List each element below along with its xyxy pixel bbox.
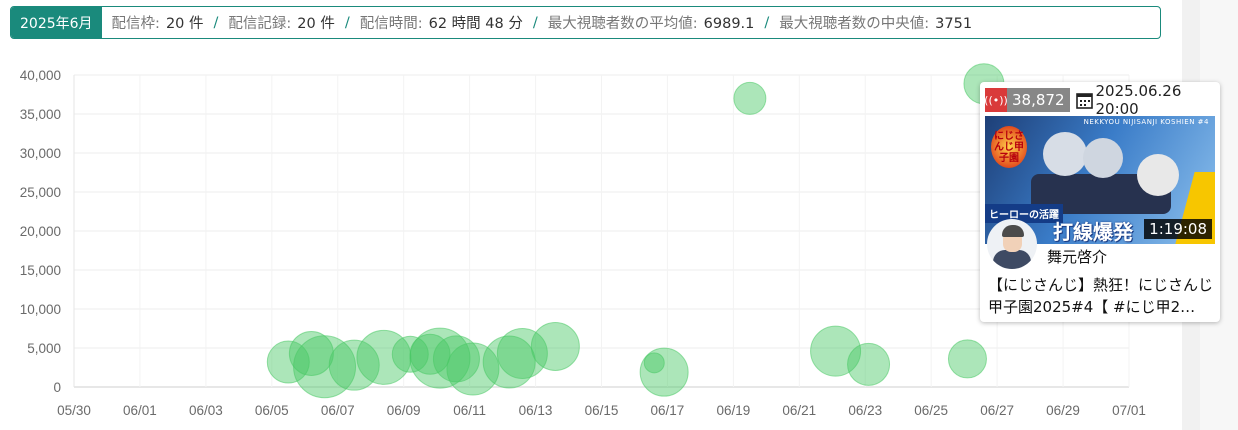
- stat-value: 20 件: [297, 16, 335, 32]
- stat-label: 配信枠:: [111, 16, 160, 32]
- x-tick-label: 06/27: [980, 403, 1014, 418]
- thumbnail-figure: [1043, 132, 1087, 176]
- x-tick-label: 06/19: [716, 403, 750, 418]
- y-tick-label: 35,000: [20, 107, 61, 122]
- stat-viewer-mean: 最大視聴者数の平均値: 6989.1: [548, 12, 755, 33]
- monthly-summary-bar: 2025年6月 配信枠: 20 件 / 配信記録: 20 件 / 配信時間: 6…: [10, 6, 1161, 39]
- y-tick-label: 15,000: [20, 263, 61, 278]
- x-tick-label: 07/01: [1112, 403, 1146, 418]
- y-tick-label: 20,000: [20, 224, 61, 239]
- stat-value: 6989.1: [703, 16, 755, 32]
- avatar-hair: [1002, 225, 1024, 237]
- stat-label: 配信時間:: [359, 16, 423, 32]
- stream-tooltip[interactable]: ((•)) 38,872 2025.06.26 20:00 にじさんじ甲子園 N…: [980, 82, 1220, 322]
- data-bubble: [639, 347, 689, 397]
- stat-label: 最大視聴者数の中央値:: [779, 16, 930, 32]
- stat-duration: 配信時間: 62 時間 48 分: [360, 12, 523, 33]
- x-tick-label: 06/23: [848, 403, 882, 418]
- thumbnail-figure: [1083, 138, 1123, 178]
- tooltip-header: ((•)) 38,872 2025.06.26 20:00: [984, 82, 1216, 118]
- y-tick-label: 40,000: [20, 68, 61, 83]
- x-tick-label: 06/01: [123, 403, 157, 418]
- y-tick-label: 5,000: [27, 341, 61, 356]
- stream-datetime: 2025.06.26 20:00: [1095, 82, 1182, 118]
- x-tick-label: 06/05: [255, 403, 289, 418]
- x-tick-label: 06/03: [189, 403, 223, 418]
- stat-value: 62 時間 48 分: [428, 16, 523, 32]
- streamer-name[interactable]: 舞元啓介: [1047, 246, 1107, 267]
- thumbnail-logo: にじさんじ甲子園: [991, 126, 1027, 168]
- y-tick-label: 10,000: [20, 302, 61, 317]
- y-tick-label: 25,000: [20, 185, 61, 200]
- x-tick-label: 06/29: [1046, 403, 1080, 418]
- x-tick-label: 05/30: [57, 403, 91, 418]
- data-bubble: [847, 342, 891, 386]
- stat-label: 配信記録:: [228, 16, 292, 32]
- stat-viewer-median: 最大視聴者数の中央値: 3751: [779, 12, 972, 33]
- thumbnail-headline: 打線爆発: [1053, 220, 1133, 244]
- peak-viewer-count: 38,872: [1007, 88, 1070, 112]
- thumbnail-figure: [1137, 154, 1179, 196]
- separator: /: [344, 14, 350, 31]
- video-duration: 1:19:08: [1144, 219, 1212, 239]
- x-tick-label: 06/07: [321, 403, 355, 418]
- stat-value: 20 件: [165, 16, 204, 32]
- data-bubble: [947, 339, 987, 379]
- data-bubble: [530, 321, 580, 371]
- x-tick-label: 06/11: [453, 403, 486, 418]
- calendar-icon: [1075, 92, 1093, 109]
- y-tick-label: 0: [53, 380, 61, 395]
- data-bubble: [733, 81, 767, 115]
- month-badge[interactable]: 2025年6月: [11, 7, 102, 38]
- live-broadcast-icon: ((•)): [984, 88, 1008, 112]
- y-tick-label: 30,000: [20, 146, 61, 161]
- thumbnail-badge: ヒーローの活躍: [985, 204, 1063, 223]
- streamer-avatar[interactable]: [987, 219, 1037, 269]
- x-tick-label: 06/17: [651, 403, 685, 418]
- x-tick-label: 06/25: [914, 403, 948, 418]
- stat-label: 最大視聴者数の平均値:: [547, 16, 698, 32]
- stat-records: 配信記録: 20 件: [228, 12, 334, 33]
- separator: /: [213, 14, 219, 31]
- video-title[interactable]: 【にじさんじ】熱狂！にじさんじ甲子園2025#4【 #にじ甲2…: [988, 274, 1216, 318]
- stat-slots: 配信枠: 20 件: [112, 12, 204, 33]
- x-tick-label: 06/13: [519, 403, 553, 418]
- thumbnail-subtitle: NEKKYOU NIJISANJI KOSHIEN #4: [1083, 118, 1209, 126]
- avatar-body: [993, 250, 1031, 269]
- x-tick-label: 06/21: [782, 403, 816, 418]
- x-tick-label: 06/15: [585, 403, 619, 418]
- x-tick-label: 06/09: [387, 403, 421, 418]
- separator: /: [764, 14, 770, 31]
- separator: /: [532, 14, 538, 31]
- stat-value: 3751: [935, 16, 973, 32]
